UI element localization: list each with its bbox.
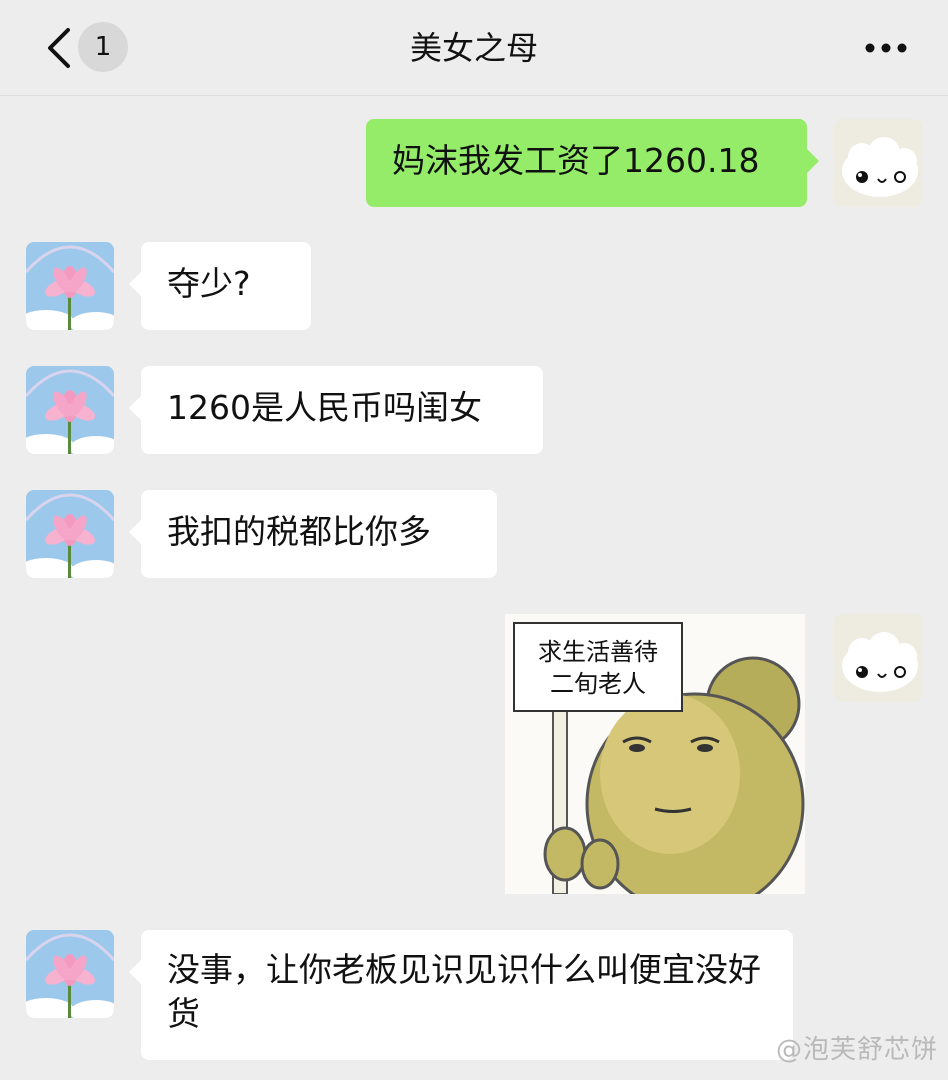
sticker-sign-line: 二旬老人 [550, 670, 646, 698]
contact-avatar[interactable] [26, 930, 114, 1018]
contact-avatar[interactable] [26, 490, 114, 578]
message-text: 妈沫我发工资了1260.18 [392, 141, 760, 180]
self-avatar[interactable] [834, 614, 922, 702]
more-dots-icon[interactable] [864, 36, 908, 60]
chat-header: 1 美女之母 [0, 0, 948, 96]
message-bubble-incoming[interactable]: 夺少? [129, 242, 311, 330]
sticker-image[interactable]: 求生活善待 二旬老人 [505, 614, 805, 894]
watermark: @泡芙舒芯饼 [775, 1035, 938, 1065]
message-text: 我扣的税都比你多 [167, 512, 431, 551]
message-bubble-incoming[interactable]: 我扣的税都比你多 [129, 490, 497, 578]
chat-title: 美女之母 [409, 29, 538, 67]
message-text: 1260是人民币吗闺女 [167, 388, 482, 427]
message-bubble-incoming[interactable]: 没事，让你老板见识见识什么叫便宜没好货 [129, 930, 793, 1060]
sticker-sign-line: 求生活善待 [538, 638, 658, 666]
contact-avatar[interactable] [26, 242, 114, 330]
message-bubble-incoming[interactable]: 1260是人民币吗闺女 [129, 366, 543, 454]
sticker-sign: 求生活善待 二旬老人 [513, 622, 683, 712]
self-avatar[interactable] [834, 119, 922, 207]
message-text: 夺少? [167, 264, 251, 303]
message-bubble-outgoing[interactable]: 妈沫我发工资了1260.18 [366, 119, 819, 207]
message-text: 没事，让你老板见识见识什么叫便宜没好货 [167, 950, 761, 1033]
contact-avatar[interactable] [26, 366, 114, 454]
